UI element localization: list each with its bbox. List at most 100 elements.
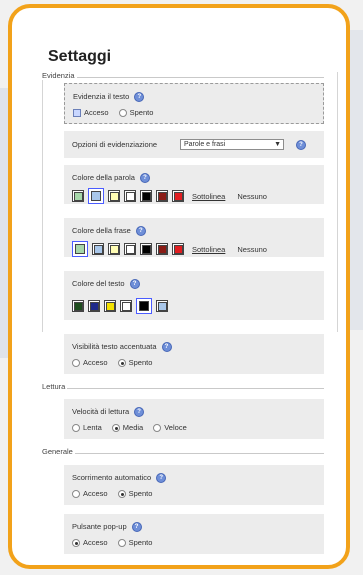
- color-swatch-selected[interactable]: [136, 298, 152, 314]
- color-swatch[interactable]: [156, 300, 168, 312]
- radio-option-spento[interactable]: Spento: [117, 538, 152, 547]
- help-icon[interactable]: ?: [296, 140, 306, 150]
- radio-option-veloce[interactable]: Veloce: [153, 423, 187, 432]
- colore-parola-label: Colore della parola?: [72, 173, 150, 184]
- help-icon[interactable]: ?: [131, 522, 142, 533]
- color-swatch-fill: [109, 244, 119, 254]
- help-icon[interactable]: ?: [134, 407, 145, 418]
- scorrimento-label: Scorrimento automatico?: [72, 473, 167, 484]
- visibilita-label: Visibilità testo accentuata?: [72, 342, 172, 353]
- color-swatch-fill: [125, 191, 135, 201]
- radio-spento[interactable]: [117, 489, 126, 498]
- color-swatch[interactable]: [88, 300, 100, 312]
- panel-colore-frase: Colore della frase? Sottolinea Nessuno: [64, 218, 324, 257]
- help-icon[interactable]: ?: [139, 173, 150, 184]
- color-swatch[interactable]: [120, 300, 132, 312]
- color-swatch[interactable]: [72, 300, 84, 312]
- color-swatch[interactable]: [108, 190, 120, 202]
- checkbox-acceso[interactable]: [73, 108, 81, 117]
- radio-option-spento[interactable]: Spento: [117, 489, 152, 498]
- radio-option-acceso[interactable]: Acceso: [72, 538, 108, 547]
- chevron-down-icon: ▼: [274, 141, 281, 148]
- color-swatch[interactable]: [140, 190, 152, 202]
- radio-option-media[interactable]: Media: [111, 423, 143, 432]
- color-swatch[interactable]: [172, 190, 184, 202]
- none-option[interactable]: Nessuno: [237, 245, 267, 254]
- section-label-lettura: Lettura: [42, 382, 68, 391]
- radio-option-lenta[interactable]: Lenta: [72, 423, 102, 432]
- color-swatch[interactable]: [140, 243, 152, 255]
- section-label-evidenzia: Evidenzia: [42, 71, 77, 80]
- evidenzia-testo-label: Evidenzia il testo?: [73, 92, 145, 103]
- section-divider-evidenzia: [42, 77, 324, 78]
- color-swatch-fill: [105, 301, 115, 311]
- radio-spento[interactable]: [118, 108, 127, 117]
- color-swatch[interactable]: [124, 243, 136, 255]
- color-swatch-fill: [141, 244, 151, 254]
- color-swatch-selected[interactable]: [88, 188, 104, 204]
- velocita-options: Lenta Media Veloce: [72, 423, 191, 432]
- popup-label: Pulsante pop-up?: [72, 522, 142, 533]
- radio-acceso[interactable]: [72, 538, 80, 547]
- evidenzia-testo-options: Acceso Spento: [73, 108, 157, 117]
- highlight-options-select[interactable]: Parole e frasi ▼: [180, 139, 284, 150]
- page-title: Settaggi: [48, 48, 112, 65]
- radio-option-spento[interactable]: Spento: [118, 108, 153, 117]
- opzioni-evidenziazione-label: Opzioni di evidenziazione: [72, 140, 158, 149]
- settings-frame: Settaggi Evidenzia Evidenzia il testo? A…: [8, 4, 350, 569]
- help-icon[interactable]: ?: [156, 473, 167, 484]
- color-swatch[interactable]: [92, 243, 104, 255]
- color-swatch[interactable]: [108, 243, 120, 255]
- help-icon[interactable]: ?: [129, 279, 140, 290]
- panel-colore-parola: Colore della parola? Sottolinea Nessuno: [64, 165, 324, 204]
- color-swatch-fill: [91, 191, 101, 201]
- radio-option-acceso[interactable]: Acceso: [72, 489, 108, 498]
- color-swatch-fill: [73, 301, 83, 311]
- panel-colore-testo: Colore del testo?: [64, 271, 324, 320]
- color-swatch-fill: [157, 244, 167, 254]
- underline-link[interactable]: Sottolinea: [192, 192, 225, 201]
- colore-frase-label: Colore della frase?: [72, 226, 146, 237]
- checkbox-option-acceso[interactable]: Acceso: [73, 108, 109, 117]
- color-swatch-fill: [73, 191, 83, 201]
- help-icon[interactable]: ?: [135, 226, 146, 237]
- section-divider-lettura: [42, 388, 324, 389]
- radio-veloce[interactable]: [153, 423, 162, 432]
- help-icon[interactable]: ?: [161, 342, 172, 353]
- color-swatch[interactable]: [172, 243, 184, 255]
- help-icon[interactable]: ?: [134, 92, 145, 103]
- radio-spento[interactable]: [117, 538, 126, 547]
- radio-media[interactable]: [111, 423, 120, 432]
- color-swatch-fill: [173, 244, 183, 254]
- left-divider: [42, 72, 43, 332]
- panel-velocita: Velocità di lettura? Lenta Media Veloce: [64, 399, 324, 439]
- color-swatch[interactable]: [156, 243, 168, 255]
- underline-link[interactable]: Sottolinea: [192, 245, 225, 254]
- scorrimento-options: Acceso Spento: [72, 489, 156, 498]
- color-swatch[interactable]: [124, 190, 136, 202]
- radio-lenta[interactable]: [72, 423, 80, 432]
- color-swatch-fill: [125, 244, 135, 254]
- velocita-label: Velocità di lettura?: [72, 407, 145, 418]
- section-divider-generale: [42, 453, 324, 454]
- colore-testo-swatches: [72, 298, 168, 314]
- radio-acceso[interactable]: [72, 358, 80, 367]
- color-swatch-fill: [157, 301, 167, 311]
- color-swatch[interactable]: [72, 190, 84, 202]
- radio-option-acceso[interactable]: Acceso: [72, 358, 108, 367]
- right-divider: [337, 72, 338, 332]
- radio-acceso[interactable]: [72, 489, 80, 498]
- radio-spento[interactable]: [117, 358, 126, 367]
- color-swatch-fill: [89, 301, 99, 311]
- visibilita-options: Acceso Spento: [72, 358, 156, 367]
- panel-opzioni-evidenziazione: Opzioni di evidenziazione Parole e frasi…: [64, 131, 324, 158]
- color-swatch[interactable]: [156, 190, 168, 202]
- popup-options: Acceso Spento: [72, 538, 156, 547]
- none-option[interactable]: Nessuno: [237, 192, 267, 201]
- color-swatch-selected[interactable]: [72, 241, 88, 257]
- color-swatch[interactable]: [104, 300, 116, 312]
- section-label-generale: Generale: [42, 447, 75, 456]
- colore-frase-swatches: Sottolinea Nessuno: [72, 241, 267, 257]
- radio-option-spento[interactable]: Spento: [117, 358, 152, 367]
- color-swatch-fill: [75, 244, 85, 254]
